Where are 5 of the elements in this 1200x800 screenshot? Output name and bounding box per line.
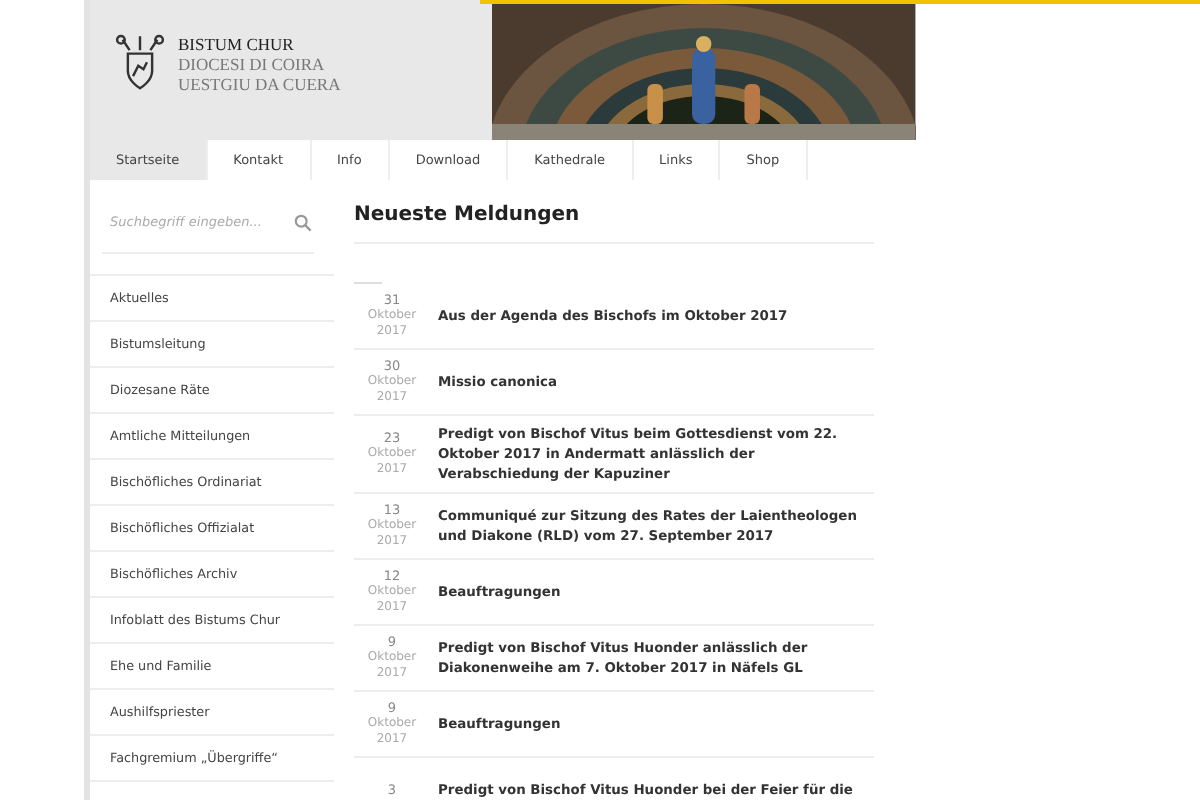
- logo-text: DIOCESI DI COIRA: [178, 54, 327, 74]
- logo-text: BISTUM CHUR: [178, 34, 296, 54]
- section-heading: Neueste Meldungen: [354, 204, 582, 230]
- logo-text: UESTGIU DA CUERA: [178, 74, 341, 94]
- search-icon: [294, 213, 312, 231]
